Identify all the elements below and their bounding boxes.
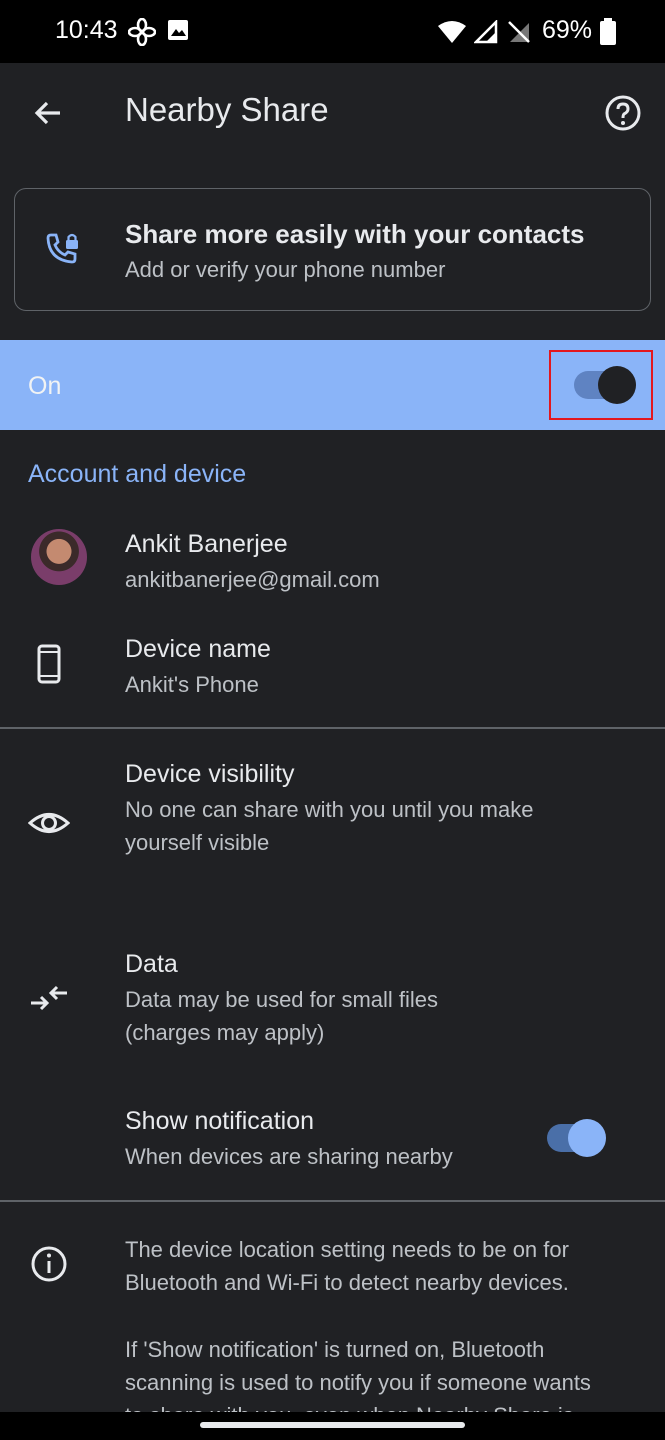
no-sim-icon xyxy=(508,21,530,43)
device-name-row[interactable]: Device name Ankit's Phone xyxy=(0,625,665,715)
help-icon[interactable] xyxy=(603,93,643,133)
highlight-box xyxy=(549,350,653,420)
divider xyxy=(0,727,665,729)
data-line1: Data may be used for small files xyxy=(125,987,439,1012)
data-transfer-icon xyxy=(31,985,67,1011)
fan-icon xyxy=(128,18,156,46)
card-subtitle: Add or verify your phone number xyxy=(125,257,446,282)
arrow-back-icon[interactable] xyxy=(28,93,68,133)
data-row[interactable]: Data Data may be used for small files (c… xyxy=(0,940,665,1060)
divider xyxy=(0,1200,665,1202)
section-header-account: Account and device xyxy=(28,460,247,488)
page-title: Nearby Share xyxy=(125,91,329,128)
device-name-title: Device name xyxy=(125,635,271,663)
account-name: Ankit Banerjee xyxy=(125,530,288,558)
device-name-value: Ankit's Phone xyxy=(125,672,259,697)
signal-icon xyxy=(474,20,498,44)
app-bar: Nearby Share xyxy=(0,63,665,160)
status-time: 10:43 xyxy=(55,16,118,44)
main-switch-label: On xyxy=(28,372,62,400)
phone-icon xyxy=(37,644,61,684)
device-visibility-row[interactable]: Device visibility No one can share with … xyxy=(0,750,665,890)
info-text-line: scanning is used to notify you if someon… xyxy=(125,1370,591,1395)
battery-percent: 69% xyxy=(542,16,593,44)
status-bar: 10:43 69% xyxy=(0,0,665,63)
card-title: Share more easily with your contacts xyxy=(125,219,585,249)
main-switch-bar[interactable]: On xyxy=(0,340,665,430)
info-icon xyxy=(31,1246,67,1282)
gesture-handle[interactable] xyxy=(200,1422,465,1428)
show-notification-title: Show notification xyxy=(125,1107,315,1135)
account-email: ankitbanerjee@gmail.com xyxy=(125,567,380,592)
info-text-line: Bluetooth and Wi-Fi to detect nearby dev… xyxy=(125,1270,569,1295)
eye-icon xyxy=(28,813,70,833)
device-visibility-title: Device visibility xyxy=(125,760,295,788)
device-visibility-line1: No one can share with you until you make xyxy=(125,797,534,822)
notification-switch-thumb xyxy=(568,1119,606,1157)
main-switch-toggle[interactable] xyxy=(574,366,636,404)
device-visibility-line2: yourself visible xyxy=(125,830,270,855)
info-text-line: The device location setting needs to be … xyxy=(125,1237,569,1262)
navigation-bar xyxy=(0,1412,665,1440)
battery-icon xyxy=(600,18,616,45)
data-line2: (charges may apply) xyxy=(125,1020,325,1045)
avatar xyxy=(31,529,87,585)
main-switch-thumb xyxy=(598,366,636,404)
phone-lock-icon xyxy=(46,233,78,264)
account-row[interactable]: Ankit Banerjee ankitbanerjee@gmail.com xyxy=(0,520,665,610)
image-icon xyxy=(168,20,188,40)
info-text-line: If 'Show notification' is turned on, Blu… xyxy=(125,1337,545,1362)
wifi-icon xyxy=(438,21,466,43)
contacts-card[interactable]: Share more easily with your contacts Add… xyxy=(14,188,651,311)
show-notification-toggle[interactable] xyxy=(547,1119,606,1157)
data-title: Data xyxy=(125,950,178,978)
